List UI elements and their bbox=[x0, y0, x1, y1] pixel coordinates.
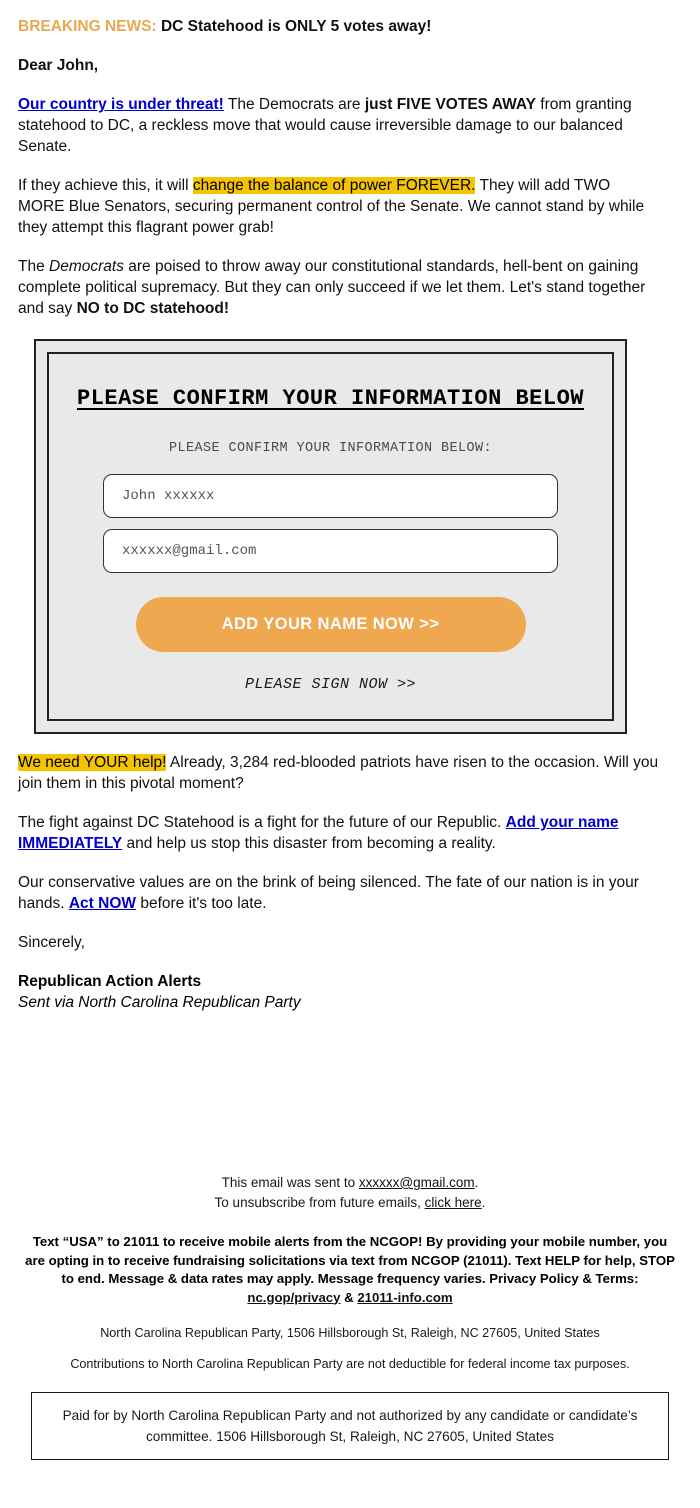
unsubscribe-prefix: To unsubscribe from future emails, bbox=[214, 1195, 425, 1210]
country-under-threat-link[interactable]: Our country is under threat! bbox=[18, 96, 224, 113]
privacy-policy-link[interactable]: nc.gop/privacy bbox=[247, 1290, 340, 1305]
add-your-name-button[interactable]: ADD YOUR NAME NOW >> bbox=[135, 597, 526, 652]
add-your-name-button-label: ADD YOUR NAME NOW >> bbox=[221, 615, 440, 633]
sent-to-line: This email was sent to xxxxxx@gmail.com. bbox=[14, 1173, 686, 1193]
sent-to-prefix: This email was sent to bbox=[221, 1175, 359, 1190]
paragraph-4-highlight: We need YOUR help! bbox=[18, 754, 167, 771]
email-input-value: xxxxxx@gmail.com bbox=[122, 543, 257, 559]
salutation: Dear John, bbox=[18, 57, 99, 74]
name-input-value: John xxxxxx bbox=[122, 488, 215, 504]
sent-to-suffix: . bbox=[474, 1175, 479, 1190]
signature-name: Republican Action Alerts bbox=[18, 973, 202, 990]
paragraph-3: The Democrats are poised to throw away o… bbox=[18, 256, 646, 319]
paragraph-3-italic: Democrats bbox=[49, 258, 124, 275]
unsubscribe-link[interactable]: click here bbox=[425, 1195, 482, 1210]
paragraph-1: Our country is under threat! The Democra… bbox=[18, 94, 646, 157]
signup-form-card: PLEASE CONFIRM YOUR INFORMATION BELOW PL… bbox=[34, 339, 627, 734]
signature-org: Sent via North Carolina Republican Party bbox=[18, 994, 301, 1011]
paragraph-2: If they achieve this, it will change the… bbox=[18, 175, 646, 238]
paragraph-1-bold: just FIVE VOTES AWAY bbox=[364, 96, 536, 113]
breaking-news-headline: BREAKING NEWS: DC Statehood is ONLY 5 vo… bbox=[18, 16, 646, 37]
please-sign-now-label[interactable]: PLEASE SIGN NOW >> bbox=[73, 676, 588, 693]
headline-text: DC Statehood is ONLY 5 votes away! bbox=[160, 18, 432, 35]
email-input[interactable]: xxxxxx@gmail.com bbox=[103, 529, 558, 573]
paragraph-2-highlight: change the balance of power FOREVER. bbox=[192, 177, 476, 194]
paragraph-4: We need YOUR help! Already, 3,284 red-bl… bbox=[18, 752, 682, 794]
paragraph-6: Our conservative values are on the brink… bbox=[18, 872, 682, 914]
paragraph-3-bold: NO to DC statehood! bbox=[76, 300, 230, 317]
email-body: BREAKING NEWS: DC Statehood is ONLY 5 vo… bbox=[0, 0, 664, 319]
signature-block: Republican Action Alerts Sent via North … bbox=[18, 971, 682, 1013]
paid-for-by-disclaimer: Paid for by North Carolina Republican Pa… bbox=[31, 1392, 669, 1460]
organization-address: North Carolina Republican Party, 1506 Hi… bbox=[100, 1326, 600, 1340]
email-footer: This email was sent to xxxxxx@gmail.com.… bbox=[0, 1173, 700, 1460]
sms-info-link[interactable]: 21011-info.com bbox=[357, 1290, 452, 1305]
contributions-notice: Contributions to North Carolina Republic… bbox=[70, 1357, 630, 1371]
name-input[interactable]: John xxxxxx bbox=[103, 474, 558, 518]
recipient-email-link[interactable]: xxxxxx@gmail.com bbox=[359, 1175, 475, 1190]
paragraph-2-part1: If they achieve this, it will bbox=[18, 177, 193, 194]
unsubscribe-suffix: . bbox=[481, 1195, 486, 1210]
signup-form-inner: PLEASE CONFIRM YOUR INFORMATION BELOW PL… bbox=[47, 352, 614, 721]
sms-disclosure: Text “USA” to 21011 to receive mobile al… bbox=[14, 1233, 686, 1307]
paragraph-3-part1: The bbox=[18, 258, 50, 275]
paragraph-5-part1: The fight against DC Statehood is a figh… bbox=[18, 814, 506, 831]
act-now-link[interactable]: Act NOW bbox=[69, 895, 136, 912]
form-subtitle: PLEASE CONFIRM YOUR INFORMATION BELOW: bbox=[168, 441, 493, 456]
paragraph-1-part1: The Democrats are bbox=[223, 96, 365, 113]
paragraph-5-part2: and help us stop this disaster from beco… bbox=[122, 835, 496, 852]
breaking-news-label: BREAKING NEWS: bbox=[18, 18, 157, 35]
email-lower-body: We need YOUR help! Already, 3,284 red-bl… bbox=[0, 734, 700, 1013]
form-title: PLEASE CONFIRM YOUR INFORMATION BELOW bbox=[77, 386, 584, 411]
paragraph-6-part2: before it's too late. bbox=[136, 895, 267, 912]
sms-text: Text “USA” to 21011 to receive mobile al… bbox=[25, 1234, 675, 1286]
paragraph-5: The fight against DC Statehood is a figh… bbox=[18, 812, 682, 854]
sms-amp: & bbox=[340, 1289, 358, 1305]
unsubscribe-line: To unsubscribe from future emails, click… bbox=[14, 1193, 686, 1213]
closing: Sincerely, bbox=[18, 934, 85, 951]
